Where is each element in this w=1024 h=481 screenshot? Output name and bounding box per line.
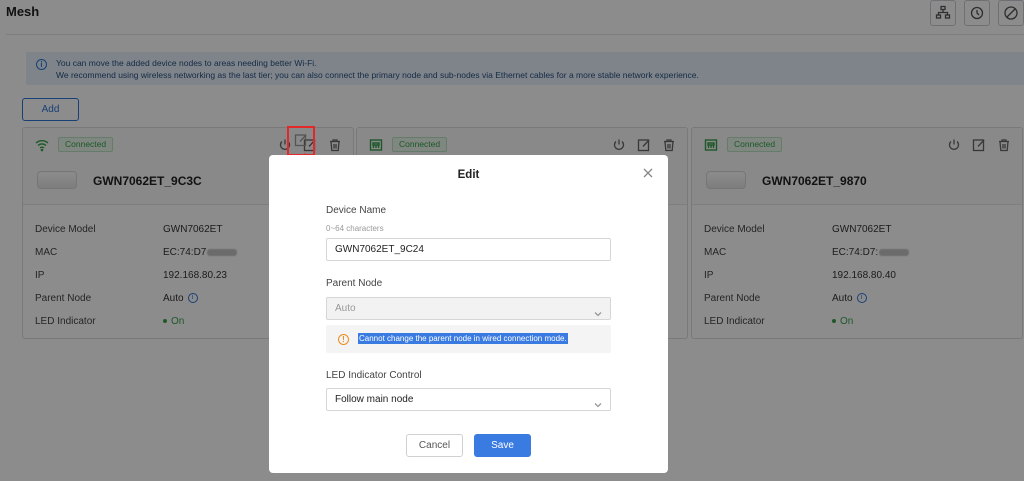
cancel-button[interactable]: Cancel: [406, 434, 463, 457]
edit-dialog: Edit Device Name 0~64 characters Parent …: [269, 155, 668, 473]
save-button[interactable]: Save: [474, 434, 531, 457]
parent-node-select[interactable]: Auto: [326, 297, 611, 320]
device-name-input[interactable]: [326, 238, 611, 261]
chevron-down-icon: [594, 396, 602, 408]
led-control-value: Follow main node: [335, 394, 414, 405]
chevron-down-icon: [594, 305, 602, 317]
parent-node-warning: ! Cannot change the parent node in wired…: [326, 325, 611, 353]
warning-icon: !: [338, 334, 349, 345]
device-name-hint: 0~64 characters: [326, 224, 384, 233]
close-icon[interactable]: [642, 167, 654, 179]
led-control-select[interactable]: Follow main node: [326, 388, 611, 411]
warning-text: Cannot change the parent node in wired c…: [358, 333, 568, 344]
led-control-label: LED Indicator Control: [326, 370, 422, 381]
device-name-label: Device Name: [326, 205, 387, 216]
parent-node-label: Parent Node: [326, 278, 383, 289]
dialog-title: Edit: [457, 169, 480, 181]
parent-node-value: Auto: [335, 303, 356, 314]
edit-icon: [294, 134, 307, 147]
